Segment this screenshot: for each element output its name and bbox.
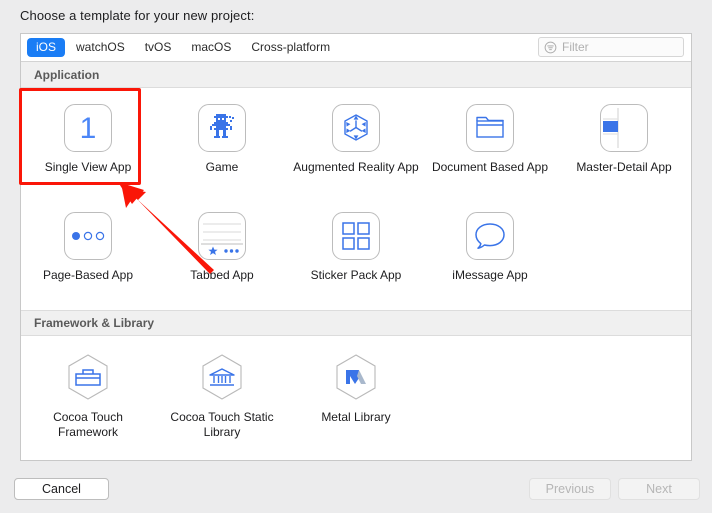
template-master-detail-app[interactable]: Master-Detail App (557, 94, 691, 202)
master-detail-split-icon (600, 104, 648, 152)
page-title: Choose a template for your new project: (20, 8, 255, 23)
filter-placeholder: Filter (562, 40, 589, 54)
section-header-framework-library: Framework & Library (21, 310, 691, 336)
section-header-application: Application (21, 62, 691, 88)
filter-field[interactable]: Filter (538, 37, 684, 57)
svg-text:1: 1 (80, 112, 97, 145)
tab-cross-platform[interactable]: Cross-platform (242, 38, 339, 57)
template-imessage-app[interactable]: iMessage App (423, 202, 557, 310)
template-augmented-reality-app[interactable]: Augmented Reality App (289, 94, 423, 202)
template-cocoa-touch-framework[interactable]: Cocoa Touch Framework (21, 342, 155, 448)
framework-template-grid: Cocoa Touch Framework Cocoa Touch Static… (21, 336, 691, 448)
augmented-reality-cube-icon (332, 104, 380, 152)
tab-watchos[interactable]: watchOS (67, 38, 134, 57)
game-robot-icon (198, 104, 246, 152)
sticker-grid-icon (332, 212, 380, 260)
template-label: Single View App (44, 160, 132, 174)
tab-bar-icon (198, 212, 246, 260)
application-template-grid: 1 Single View App Game Augmented Reality… (21, 88, 691, 310)
template-label: Master-Detail App (576, 160, 672, 174)
template-sticker-pack-app[interactable]: Sticker Pack App (289, 202, 423, 310)
single-view-icon: 1 (64, 104, 112, 152)
template-label: Document Based App (431, 160, 549, 174)
template-label: Page-Based App (42, 268, 134, 282)
template-label: Cocoa Touch Static Library (170, 410, 274, 439)
template-page-based-app[interactable]: Page-Based App (21, 202, 155, 310)
template-label: Game (205, 160, 239, 174)
template-label: Cocoa Touch Framework (53, 410, 123, 439)
cancel-button[interactable]: Cancel (14, 478, 109, 500)
metal-m-hexagon-icon (331, 352, 381, 402)
toolbox-hexagon-icon (63, 352, 113, 402)
filter-icon (544, 41, 557, 53)
template-tabbed-app[interactable]: Tabbed App (155, 202, 289, 310)
library-building-hexagon-icon (197, 352, 247, 402)
message-bubble-icon (466, 212, 514, 260)
template-cocoa-touch-static-library[interactable]: Cocoa Touch Static Library (155, 342, 289, 448)
template-document-based-app[interactable]: Document Based App (423, 94, 557, 202)
template-label: iMessage App (452, 268, 528, 282)
template-game[interactable]: Game (155, 94, 289, 202)
template-picker-panel: iOS watchOS tvOS macOS Cross-platform Fi… (20, 33, 692, 461)
tab-tvos[interactable]: tvOS (136, 38, 181, 57)
tab-ios[interactable]: iOS (27, 38, 66, 57)
template-single-view-app[interactable]: 1 Single View App (21, 94, 155, 202)
document-folder-icon (466, 104, 514, 152)
previous-button[interactable]: Previous (529, 478, 611, 500)
page-dots-icon (64, 212, 112, 260)
platform-tab-bar: iOS watchOS tvOS macOS Cross-platform Fi… (21, 34, 691, 62)
template-label: Sticker Pack App (310, 268, 402, 282)
template-metal-library[interactable]: Metal Library (289, 342, 423, 448)
tab-macos[interactable]: macOS (182, 38, 240, 57)
template-label: Metal Library (321, 410, 391, 424)
template-label: Tabbed App (190, 268, 254, 282)
template-label: Augmented Reality App (293, 160, 419, 174)
next-button[interactable]: Next (618, 478, 700, 500)
